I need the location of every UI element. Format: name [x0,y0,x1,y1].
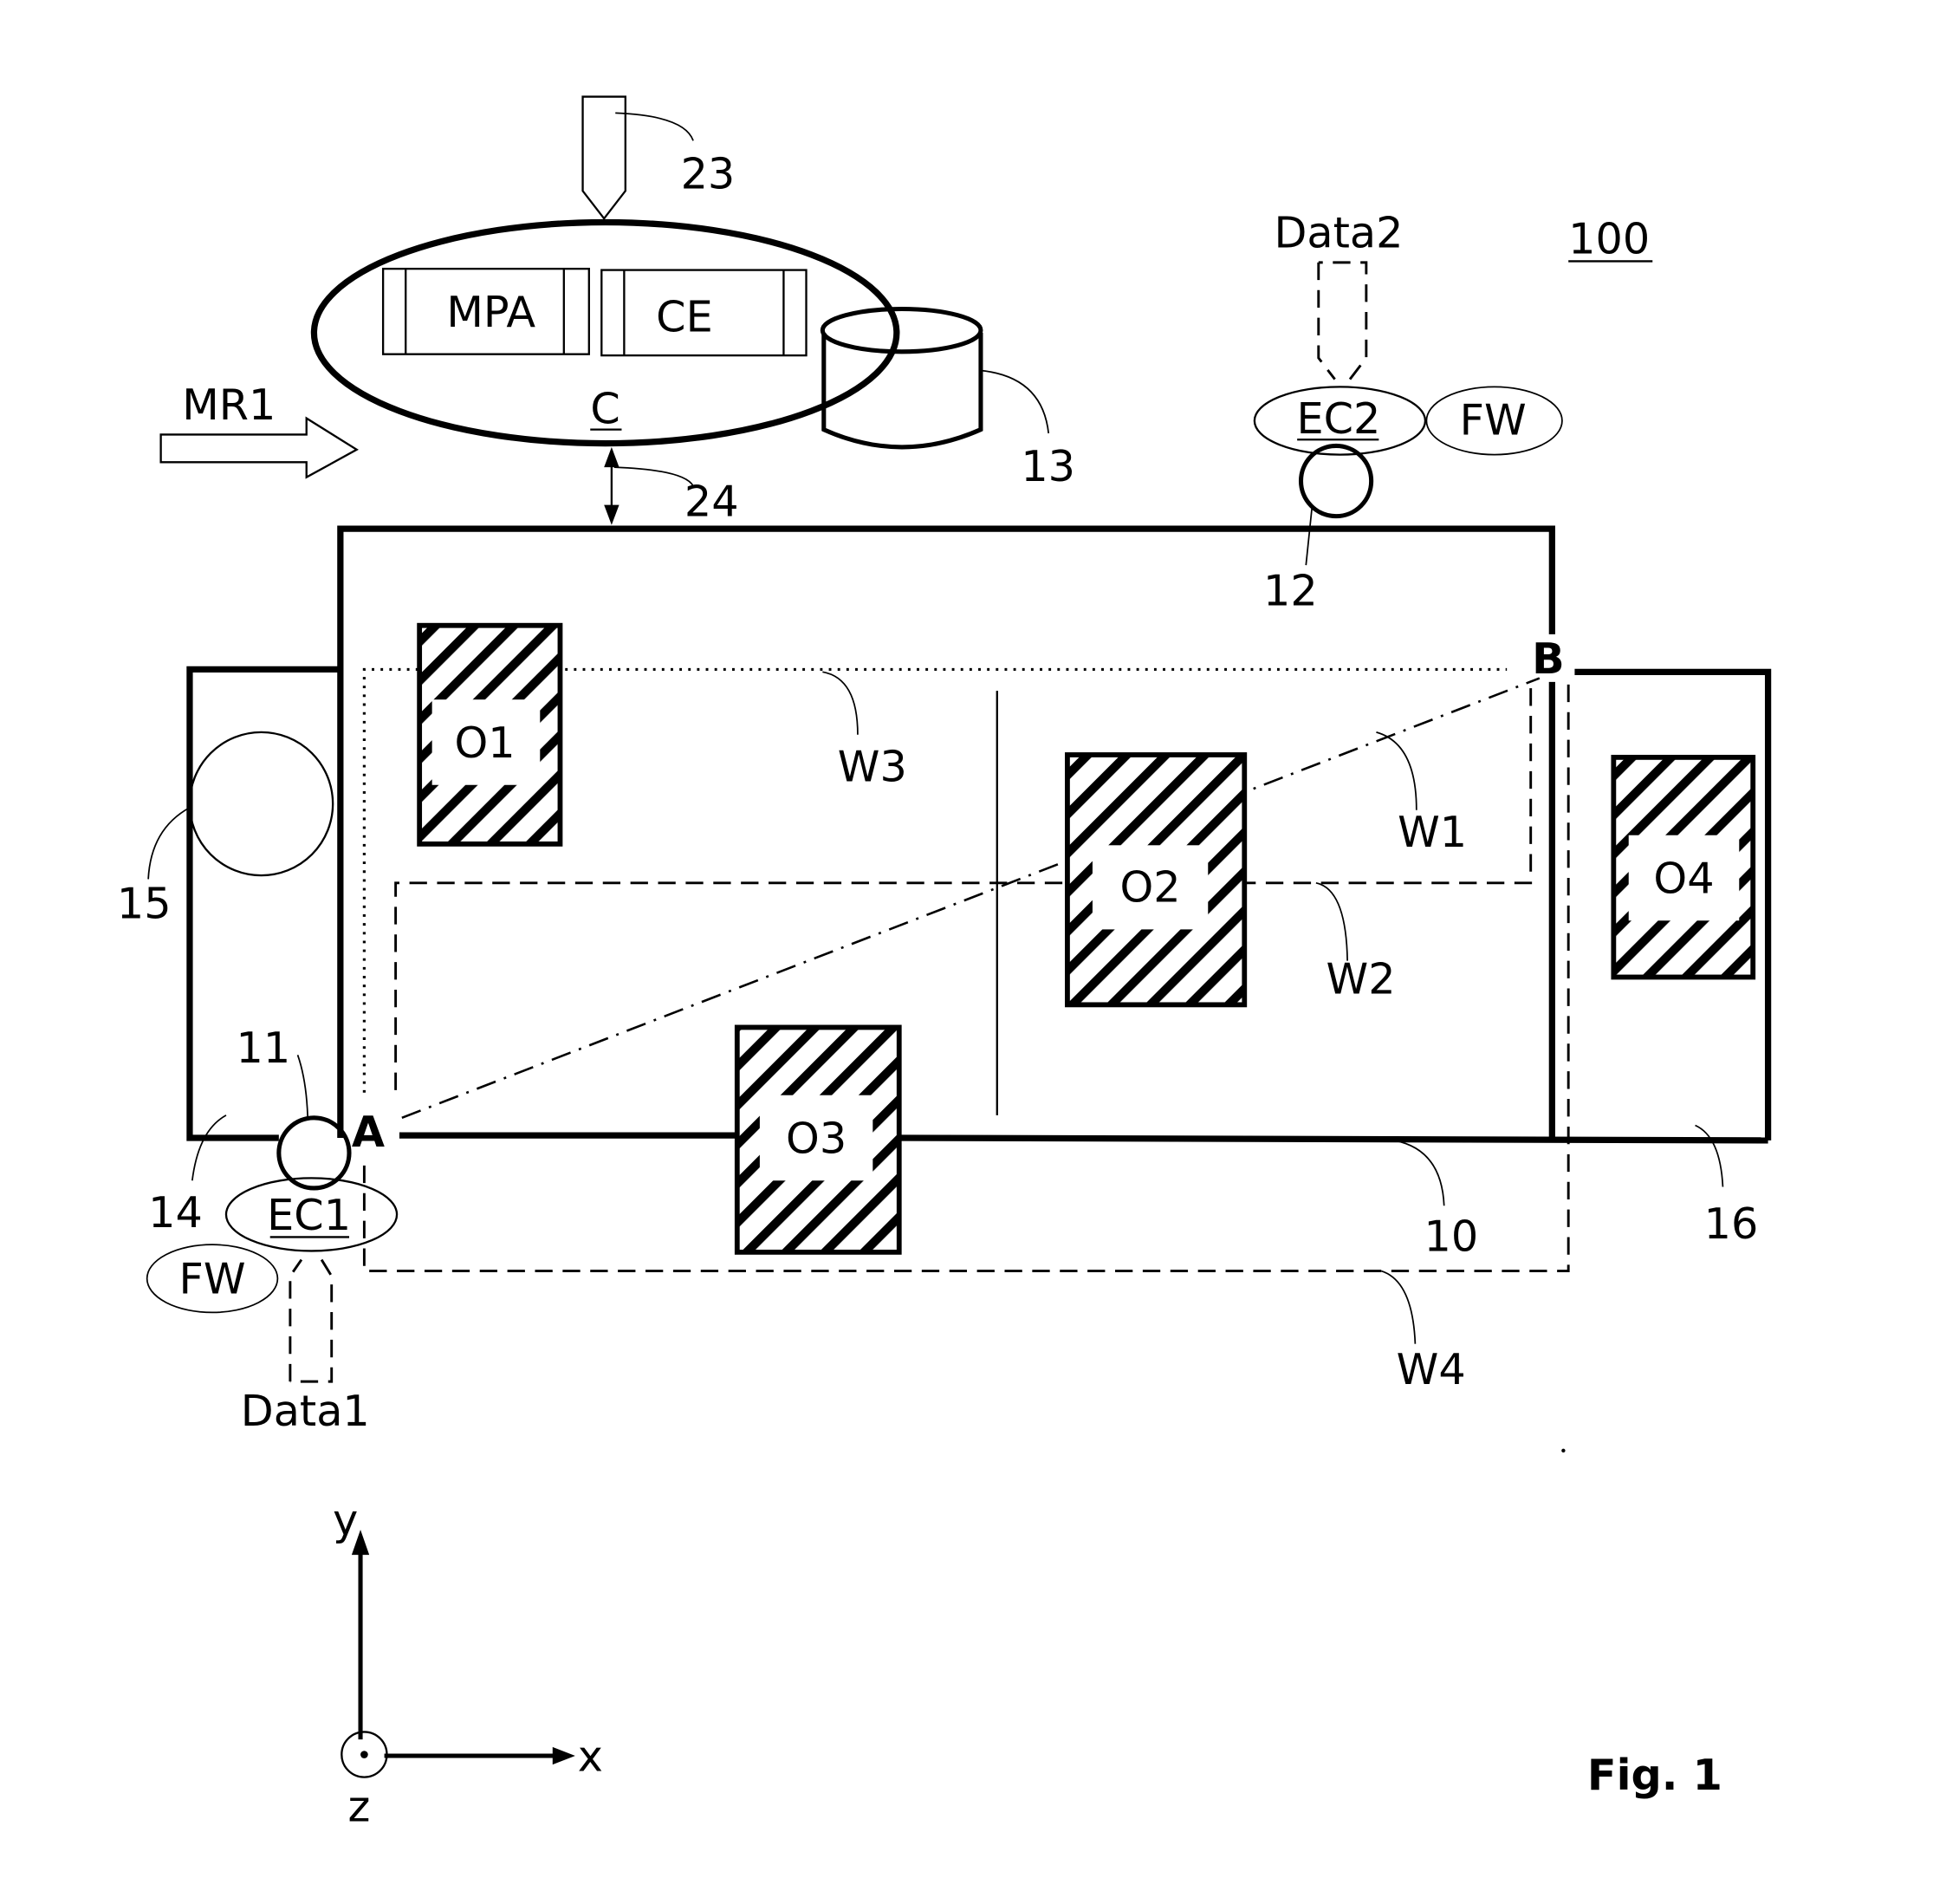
link-ref-label: 24 [684,477,739,527]
right-room-ref-label: 16 [1704,1199,1759,1249]
path-w1: W1 [401,677,1541,1120]
ec2-firmware-label: FW [1460,394,1527,445]
controller-label: C [590,383,619,433]
sensor-11-ref-label: 11 [237,1023,291,1073]
entrance-a-label: A [352,1107,385,1157]
left-room: 15 14 [117,666,341,1238]
z-axis-label: z [348,1781,371,1831]
left-object-ref-label: 15 [117,878,172,928]
path-w3-label: W3 [838,741,907,791]
obstacle-o3: O3 [734,1024,902,1255]
sensor-12-ref-label: 12 [1263,566,1318,616]
module-ce-label: CE [656,292,713,342]
movement-arrow-mr1: MR1 [159,380,359,479]
ec2-data-label: Data2 [1274,207,1403,257]
left-room-object [188,731,334,877]
path-w2: W2 [394,681,1533,1090]
speck [1561,1448,1566,1453]
obstacle-o3-label: O3 [786,1113,847,1163]
system-ref-label: 100 [1568,214,1650,264]
coordinate-axes: y x z [333,1495,603,1831]
obstacle-o2-label: O2 [1120,862,1181,913]
obstacle-o4: O4 [1611,754,1756,980]
controller: MPA CE C [310,218,900,447]
obstacle-o1-label: O1 [454,718,515,768]
y-axis-label: y [333,1495,358,1545]
path-w4-label: W4 [1397,1344,1466,1394]
left-room-ref-label: 14 [148,1187,203,1238]
input-ref-label: 23 [681,148,736,198]
patent-figure: MPA CE C 23 13 MR1 24 100 10 15 14 16 A … [117,95,1772,1831]
controller-link: 24 [604,446,739,527]
obstacle-o1: O1 [417,622,563,847]
ec1-firmware-label: FW [179,1254,246,1304]
input-arrow: 23 [581,95,736,221]
figure-caption: Fig. 1 [1587,1750,1722,1800]
obstacle-o2: O2 [1065,752,1248,1008]
x-axis-arrowhead [552,1746,575,1765]
path-w2-label: W2 [1326,953,1395,1004]
x-axis-label: x [578,1731,603,1781]
ec1-label: EC1 [267,1190,351,1240]
module-mpa-label: MPA [446,287,535,337]
ec2-label: EC2 [1297,393,1381,444]
module-mpa: MPA [381,267,590,355]
z-axis-dot [360,1751,368,1758]
storage-cylinder: 13 [820,306,1075,491]
storage-ref-label: 13 [1021,441,1075,491]
path-w1-label: W1 [1398,807,1467,857]
module-ce: CE [600,269,808,357]
main-room-ref-label: 10 [1424,1211,1479,1261]
movement-label: MR1 [182,380,276,430]
obstacle-o4-label: O4 [1653,853,1714,903]
ec1-data-label: Data1 [241,1386,370,1436]
entrance-b-label: B [1532,634,1565,684]
edge-controller-ec2: EC2 FW Data2 12 [1253,207,1563,616]
